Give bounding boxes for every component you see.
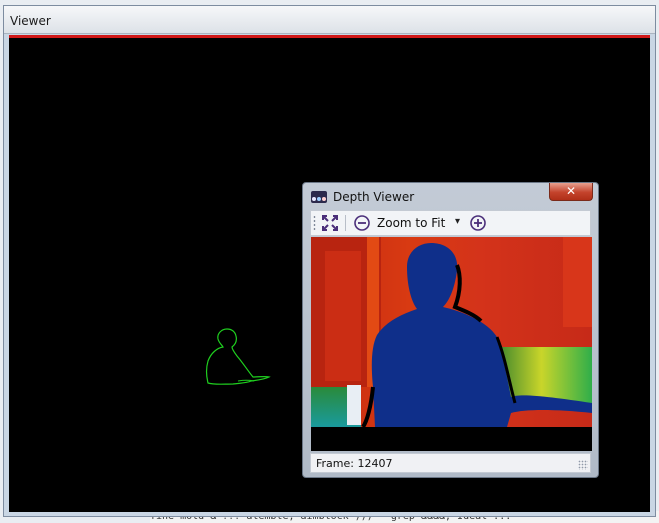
depth-viewer-title: Depth Viewer: [333, 190, 415, 204]
viewer-title: Viewer: [10, 14, 51, 28]
status-bar: Frame: 12407: [310, 453, 591, 473]
frame-counter: Frame: 12407: [316, 457, 393, 470]
depth-viewer-titlebar[interactable]: Depth Viewer ✕: [303, 183, 598, 209]
toolbar-grip[interactable]: [313, 215, 316, 231]
zoom-level-label[interactable]: Zoom to Fit: [377, 216, 445, 230]
close-button[interactable]: ✕: [549, 183, 593, 201]
resize-grip-icon[interactable]: [578, 460, 588, 470]
zoom-in-icon[interactable]: [469, 214, 487, 232]
red-scan-line: [9, 35, 650, 38]
viewer-titlebar[interactable]: Viewer: [4, 6, 655, 34]
zoom-out-icon[interactable]: [353, 214, 371, 232]
chevron-down-icon[interactable]: ▾: [455, 216, 460, 227]
depth-viewer-toolbar: Zoom to Fit ▾: [310, 210, 591, 236]
depth-image[interactable]: [311, 237, 592, 451]
person-silhouette-outline: [205, 328, 271, 385]
depth-viewer-window: Depth Viewer ✕ Zoom to Fit ▾ Frame: 1240…: [302, 182, 599, 478]
depth-map-graphic: [311, 237, 592, 451]
expand-arrows-icon[interactable]: [321, 214, 339, 232]
depth-viewer-app-icon: [311, 191, 327, 203]
toolbar-separator: [345, 215, 346, 231]
